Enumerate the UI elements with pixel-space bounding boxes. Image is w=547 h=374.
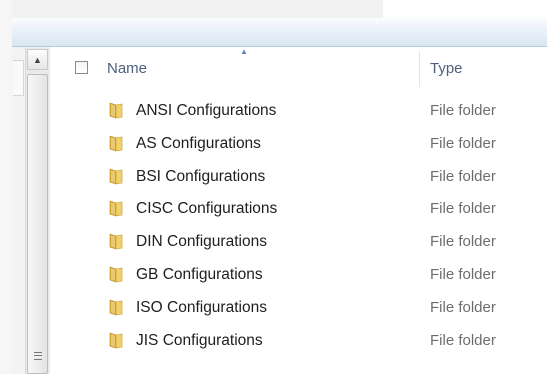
folder-icon (109, 168, 123, 185)
column-divider[interactable] (419, 51, 420, 87)
window-edge (0, 0, 12, 374)
file-row[interactable]: DIN Configurations File folder (50, 228, 547, 261)
folder-icon (109, 332, 123, 348)
navigation-pane-item[interactable] (13, 60, 24, 96)
file-type: File folder (430, 102, 496, 119)
search-area (383, 0, 547, 18)
file-row[interactable]: ANSI Configurations File folder (50, 97, 547, 130)
folder-icon (109, 266, 123, 283)
folder-icon (109, 299, 123, 316)
scroll-up-button[interactable]: ▲ (27, 49, 48, 70)
file-row[interactable]: BSI Configurations File folder (50, 163, 547, 196)
folder-icon (109, 200, 123, 217)
navigation-scrollbar[interactable]: ▲ (25, 48, 51, 374)
command-bar (12, 18, 547, 47)
column-header-row: ▲ Name Type (50, 47, 547, 87)
file-name: CISC Configurations (136, 200, 278, 218)
file-name: DIN Configurations (136, 233, 267, 251)
file-type: File folder (430, 134, 496, 152)
file-name: JIS Configurations (136, 331, 263, 349)
explorer-window: ▲ ▲ Name Type ANSI Configurations File f… (0, 0, 547, 374)
column-header-type[interactable]: Type (430, 60, 463, 77)
arrow-up-icon: ▲ (33, 54, 42, 65)
file-rows: ANSI Configurations File folder AS Confi… (50, 97, 547, 359)
address-area (12, 0, 383, 18)
file-name: AS Configurations (136, 134, 261, 152)
file-name: GB Configurations (136, 265, 263, 283)
sort-ascending-icon: ▲ (240, 47, 248, 56)
file-list: ▲ Name Type ANSI Configurations File fol… (50, 47, 547, 374)
file-row[interactable]: GB Configurations File folder (50, 261, 547, 294)
file-type: File folder (430, 200, 496, 218)
file-type: File folder (430, 298, 496, 316)
navigation-pane (12, 48, 25, 374)
file-row[interactable]: JIS Configurations File folder (50, 327, 547, 360)
file-type: File folder (430, 167, 496, 185)
file-row[interactable]: ISO Configurations File folder (50, 294, 547, 327)
select-all-checkbox[interactable] (75, 61, 88, 74)
folder-icon (109, 135, 123, 152)
file-row[interactable]: AS Configurations File folder (50, 130, 547, 163)
file-name: ANSI Configurations (136, 102, 277, 119)
file-name: BSI Configurations (136, 167, 266, 185)
file-type: File folder (430, 233, 496, 251)
folder-icon (109, 233, 123, 250)
scroll-thumb[interactable] (27, 74, 48, 374)
grip-icon (34, 352, 42, 360)
column-header-name[interactable]: Name (107, 60, 147, 77)
file-type: File folder (430, 265, 496, 283)
file-name: ISO Configurations (136, 298, 267, 316)
file-type: File folder (430, 331, 496, 349)
file-row[interactable]: CISC Configurations File folder (50, 195, 547, 228)
folder-icon (109, 102, 123, 119)
